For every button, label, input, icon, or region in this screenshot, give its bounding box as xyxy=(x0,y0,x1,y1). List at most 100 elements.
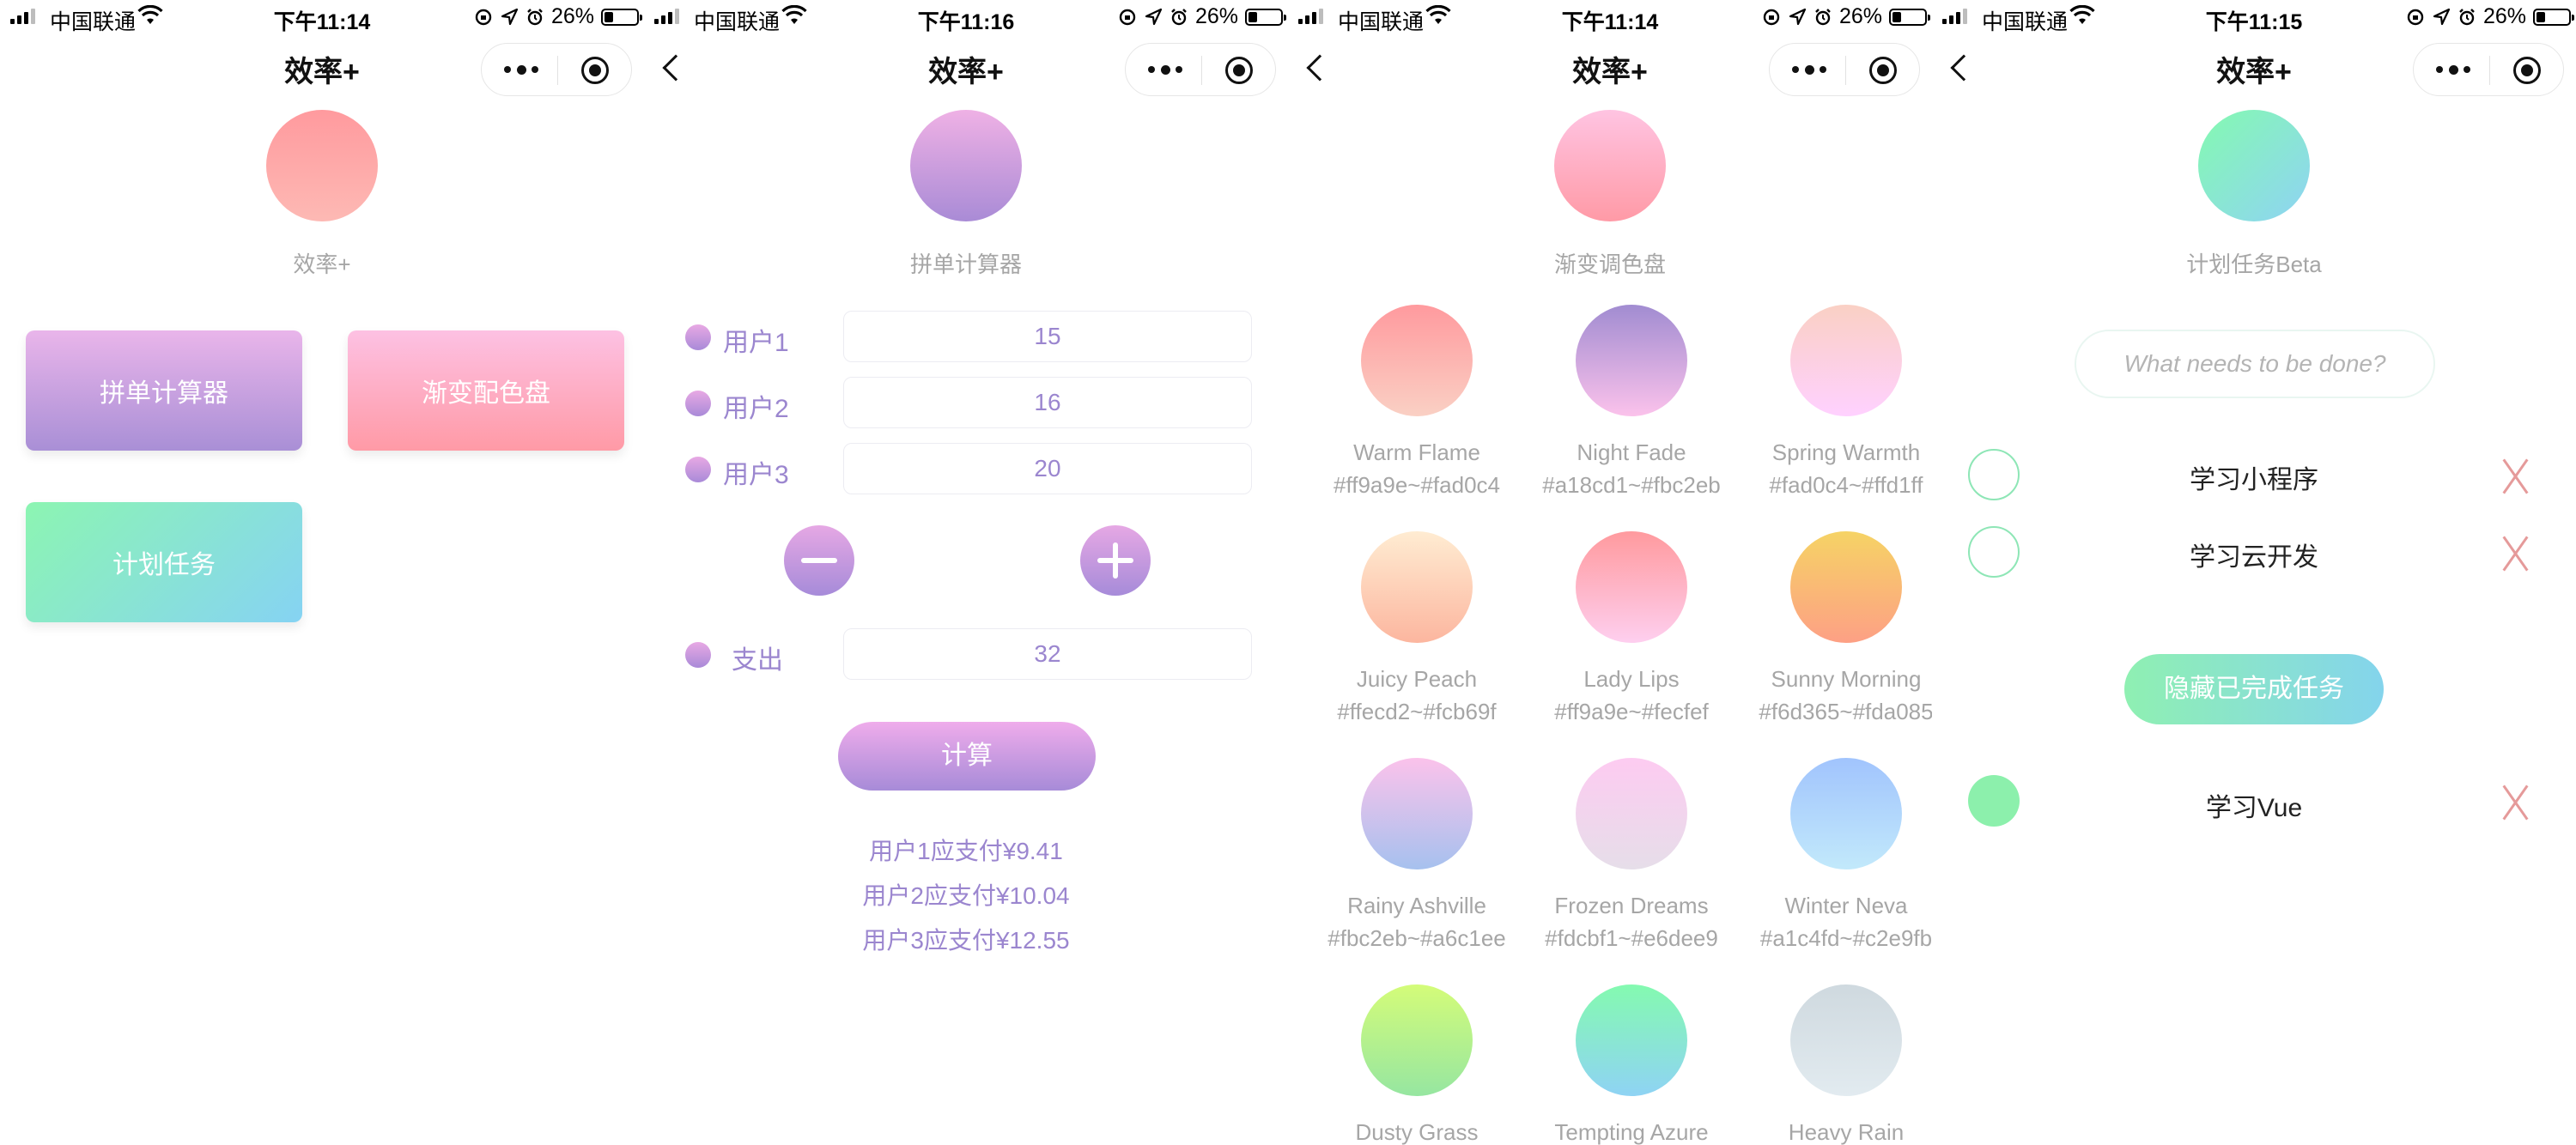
user-dot-icon xyxy=(685,324,711,350)
add-user-button[interactable] xyxy=(1080,525,1151,596)
swatch-name: Winter Neva xyxy=(1784,893,1908,918)
swatch-name: Heavy Rain xyxy=(1788,1119,1905,1145)
battery-icon xyxy=(2533,8,2574,26)
header-avatar xyxy=(910,110,1022,221)
result-line: 用户3应支付¥12.55 xyxy=(862,927,1070,954)
user-dot-icon xyxy=(685,391,711,416)
remove-user-button[interactable] xyxy=(784,525,854,596)
status-bar: 中国联通 下午11:14 26% xyxy=(0,0,644,36)
swatch-name: Tempting Azure xyxy=(1554,1119,1709,1145)
swatch-circle[interactable] xyxy=(1576,758,1687,869)
header-avatar xyxy=(2198,110,2310,221)
swatch-name: Dusty Grass xyxy=(1355,1119,1479,1145)
header-avatar xyxy=(1554,110,1666,221)
user-amount-input[interactable]: 16 xyxy=(843,377,1252,428)
swatch-circle[interactable] xyxy=(1790,531,1902,643)
lock-rotation-icon xyxy=(1763,9,1780,25)
menu-capsule xyxy=(2413,43,2564,96)
close-target-icon[interactable] xyxy=(1869,57,1897,84)
battery-percent: 26% xyxy=(1194,4,1238,28)
result-line: 用户2应支付¥10.04 xyxy=(862,882,1070,909)
task-text: 学习云开发 xyxy=(2190,543,2318,572)
alarm-icon xyxy=(1171,8,1187,25)
capsule-divider xyxy=(1845,56,1846,85)
swatch-codes: #f6d365~#fda085 xyxy=(1759,699,1932,724)
nav-bar: 效率+ xyxy=(1288,36,1932,100)
swatch-name: Warm Flame xyxy=(1353,439,1480,465)
swatch-name: Juicy Peach xyxy=(1356,666,1478,692)
tile-split-calculator[interactable]: 拼单计算器 xyxy=(26,330,302,451)
swatch-circle[interactable] xyxy=(1790,305,1902,416)
swatch-name: Night Fade xyxy=(1577,439,1686,465)
swatch-circle[interactable] xyxy=(1576,531,1687,643)
swatch-circle[interactable] xyxy=(1361,305,1473,416)
swatch-circle[interactable] xyxy=(1790,984,1902,1096)
tile-gradient-palette[interactable]: 渐变配色盘 xyxy=(348,330,624,451)
close-target-icon[interactable] xyxy=(2513,57,2541,84)
battery-icon xyxy=(1245,8,1286,26)
new-task-input[interactable]: What needs to be done? xyxy=(2075,330,2435,398)
swatch-name: Lady Lips xyxy=(1583,666,1680,692)
battery-icon xyxy=(601,8,642,26)
hide-completed-button[interactable]: 隐藏已完成任务 xyxy=(2124,654,2384,724)
user-amount-input[interactable]: 20 xyxy=(843,443,1252,494)
plan-tasks-screen: 中国联通 下午11:15 26% 效率+ 计划任务Beta What needs… xyxy=(1932,0,2576,1145)
tile-plan-tasks[interactable]: 计划任务 xyxy=(26,502,302,622)
swatch-circle[interactable] xyxy=(1361,984,1473,1096)
user-row: 用户1 15 xyxy=(644,311,1288,362)
delete-task-icon[interactable] xyxy=(2499,536,2533,571)
swatch-name: Spring Warmth xyxy=(1771,439,1921,465)
lock-rotation-icon xyxy=(2407,9,2424,25)
lock-rotation-icon xyxy=(1119,9,1136,25)
task-text: 学习小程序 xyxy=(2190,466,2318,494)
swatch-circle[interactable] xyxy=(1361,531,1473,643)
swatch-codes: #ff9a9e~#fecfef xyxy=(1554,699,1709,724)
user-dot-icon xyxy=(685,457,711,482)
delete-task-icon[interactable] xyxy=(2499,785,2533,820)
user-row: 用户3 20 xyxy=(644,443,1288,494)
more-dots-icon[interactable] xyxy=(504,58,538,82)
status-bar: 中国联通 下午11:14 26% xyxy=(1288,0,1932,36)
more-dots-icon[interactable] xyxy=(2436,58,2470,82)
swatch-codes: #fbc2eb~#a6c1ee xyxy=(1327,925,1506,951)
capsule-divider xyxy=(2489,56,2490,85)
header-label: 效率+ xyxy=(293,251,351,277)
user-label: 用户1 xyxy=(723,329,789,357)
close-target-icon[interactable] xyxy=(1225,57,1253,84)
close-target-icon[interactable] xyxy=(581,57,609,84)
split-calculator-screen: 中国联通 下午11:16 26% 效率+ 拼单计算器 用户1 15 用户2 16… xyxy=(644,0,1288,1145)
status-bar: 中国联通 下午11:16 26% xyxy=(644,0,1288,36)
capsule-divider xyxy=(1201,56,1202,85)
expense-input[interactable]: 32 xyxy=(843,628,1252,680)
expense-row: 支出 32 xyxy=(644,628,1288,680)
header-label: 拼单计算器 xyxy=(909,251,1022,277)
expense-dot-icon xyxy=(685,642,711,668)
swatch-name: Frozen Dreams xyxy=(1554,893,1709,918)
calculate-button[interactable]: 计算 xyxy=(838,722,1096,791)
user-amount-input[interactable]: 15 xyxy=(843,311,1252,362)
location-arrow-icon xyxy=(501,8,519,25)
task-text: 学习Vue xyxy=(2205,794,2303,822)
delete-task-icon[interactable] xyxy=(2499,459,2533,494)
battery-icon xyxy=(1889,8,1930,26)
more-dots-icon[interactable] xyxy=(1792,58,1826,82)
swatch-circle[interactable] xyxy=(1576,984,1687,1096)
swatch-circle[interactable] xyxy=(1790,758,1902,869)
swatch-name: Rainy Ashville xyxy=(1347,893,1486,918)
header-avatar xyxy=(266,110,378,221)
menu-capsule xyxy=(481,43,632,96)
swatch-codes: #a1c4fd~#c2e9fb xyxy=(1759,925,1932,951)
battery-percent: 26% xyxy=(550,4,594,28)
swatch-name: Sunny Morning xyxy=(1771,666,1922,692)
swatch-codes: #fdcbf1~#e6dee9 xyxy=(1545,925,1718,951)
capsule-divider xyxy=(557,56,558,85)
alarm-icon xyxy=(527,8,543,25)
minus-icon xyxy=(801,558,837,563)
more-dots-icon[interactable] xyxy=(1148,58,1182,82)
swatch-circle[interactable] xyxy=(1576,305,1687,416)
location-arrow-icon xyxy=(2433,8,2451,25)
swatch-circle[interactable] xyxy=(1361,758,1473,869)
location-arrow-icon xyxy=(1789,8,1807,25)
nav-bar: 效率+ xyxy=(1932,36,2576,100)
swatch-codes: #ff9a9e~#fad0c4 xyxy=(1334,472,1500,498)
